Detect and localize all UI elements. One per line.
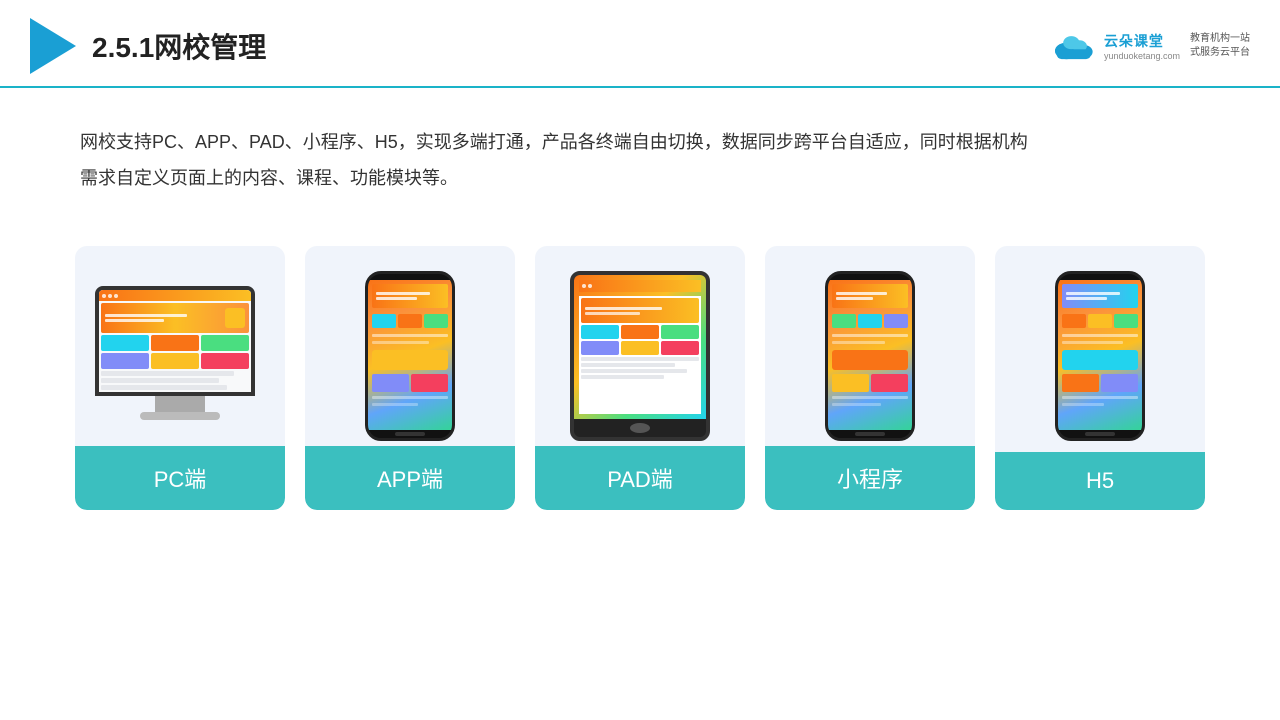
card-app: APP端	[305, 246, 515, 510]
brand-url: yunduoketang.com	[1104, 51, 1180, 61]
card-pc-image	[75, 266, 285, 446]
cloud-logo: 云朵课堂 yunduoketang.com 教育机构一站式服务云平台	[1048, 28, 1250, 64]
phone-miniapp-icon	[825, 271, 915, 441]
description-text-2: 需求自定义页面上的内容、课程、功能模块等。	[80, 160, 1200, 196]
page-title: 2.5.1网校管理	[92, 26, 266, 66]
brand-name: 云朵课堂	[1104, 31, 1164, 51]
card-miniapp: 小程序	[765, 246, 975, 510]
card-miniapp-label: 小程序	[765, 446, 975, 510]
brand-text: 云朵课堂 yunduoketang.com	[1104, 31, 1180, 61]
description: 网校支持PC、APP、PAD、小程序、H5，实现多端打通，产品各终端自由切换，数…	[0, 88, 1280, 216]
logo-triangle-icon	[30, 18, 76, 74]
tablet-pad-icon	[570, 271, 710, 441]
phone-h5-icon	[1055, 271, 1145, 441]
card-pc: PC端	[75, 246, 285, 510]
card-pc-label: PC端	[75, 446, 285, 510]
card-pad-label: PAD端	[535, 446, 745, 510]
cloud-icon	[1048, 28, 1098, 64]
card-miniapp-image	[765, 266, 975, 446]
card-app-image	[305, 266, 515, 446]
brand-slogan: 教育机构一站式服务云平台	[1190, 32, 1250, 60]
pc-monitor-icon	[95, 286, 265, 426]
header: 2.5.1网校管理 云朵课堂 yunduoketang.com 教育机构一站式服…	[0, 0, 1280, 88]
description-text: 网校支持PC、APP、PAD、小程序、H5，实现多端打通，产品各终端自由切换，数…	[80, 124, 1200, 160]
phone-app-icon	[365, 271, 455, 441]
card-h5: H5	[995, 246, 1205, 510]
card-h5-label: H5	[995, 452, 1205, 510]
header-left: 2.5.1网校管理	[30, 18, 266, 74]
card-h5-image	[995, 266, 1205, 446]
card-pad-image	[535, 266, 745, 446]
cards-container: PC端	[0, 226, 1280, 540]
header-right: 云朵课堂 yunduoketang.com 教育机构一站式服务云平台	[1048, 28, 1250, 64]
card-app-label: APP端	[305, 446, 515, 510]
card-pad: PAD端	[535, 246, 745, 510]
